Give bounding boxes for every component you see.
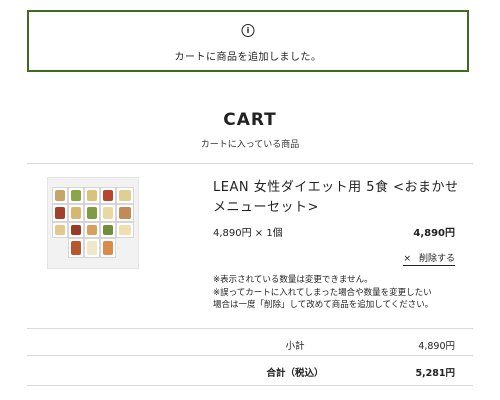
subtotal-label: 小計 — [285, 341, 305, 352]
delete-label: 削除する — [418, 254, 455, 264]
line-price: 4,890円 — [413, 228, 455, 239]
total-value: 5,281円 — [415, 368, 455, 379]
note-line: ※誤ってカートに入れてしまった場合や数量を変更したい — [213, 287, 432, 298]
unit-price-quantity: 4,890円 × 1個 — [213, 228, 283, 239]
divider — [27, 355, 473, 356]
delete-button[interactable]: × 削除する — [403, 251, 455, 266]
cart-added-notice: i カートに商品を追加しました。 — [27, 10, 469, 72]
product-name-line-1: LEAN 女性ダイエット用 5食 <おまかせ — [213, 180, 459, 195]
note-line: 場合は一度「削除」して改めて商品を追加してください。 — [213, 300, 434, 310]
divider — [27, 328, 473, 329]
close-icon: × — [403, 254, 411, 264]
subtotal-value: 4,890円 — [418, 341, 455, 352]
page-subtitle: カートに入っている商品 — [200, 140, 300, 150]
item-notes: ※表示されている数量は変更できません。 ※誤ってカートに入れてしまった場合や数量… — [213, 274, 433, 312]
product-image[interactable] — [47, 177, 139, 269]
divider — [27, 385, 473, 386]
product-name-line-2: メニューセット> — [213, 200, 319, 215]
product-name[interactable]: LEAN 女性ダイエット用 5食 <おまかせ メニューセット> — [213, 178, 473, 218]
total-label: 合計（税込） — [266, 368, 324, 379]
info-icon: i — [241, 24, 255, 37]
divider — [27, 163, 473, 164]
notice-message: カートに商品を追加しました。 — [174, 52, 322, 63]
page-title: CART — [223, 110, 277, 130]
note-line: ※表示されている数量は変更できません。 — [213, 275, 373, 285]
